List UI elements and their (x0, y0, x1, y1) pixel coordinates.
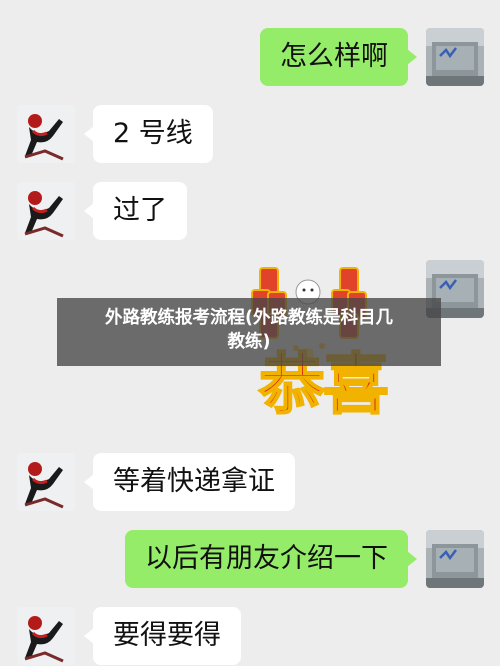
contact-avatar[interactable] (17, 607, 75, 665)
banner-line-2: 教练) (227, 332, 271, 352)
contact-avatar[interactable] (17, 182, 75, 240)
message-bubble[interactable]: 要得要得 (84, 607, 241, 665)
contact-avatar[interactable] (17, 105, 75, 163)
self-avatar[interactable] (426, 28, 484, 86)
message-bubble[interactable]: 过了 (84, 182, 187, 240)
contact-avatar[interactable] (17, 453, 75, 511)
banner-line-1: 外路教练报考流程(外路教练是科目几 (105, 308, 393, 328)
message-bubble[interactable]: 以后有朋友介绍一下 (125, 530, 417, 588)
message-bubble[interactable]: 等着快递拿证 (84, 453, 295, 511)
message-bubble[interactable]: 怎么样啊 (260, 28, 417, 86)
message-bubble[interactable]: 2 号线 (84, 105, 213, 163)
self-avatar[interactable] (426, 530, 484, 588)
article-title-banner[interactable]: 外路教练报考流程(外路教练是科目几 教练) (57, 298, 441, 366)
